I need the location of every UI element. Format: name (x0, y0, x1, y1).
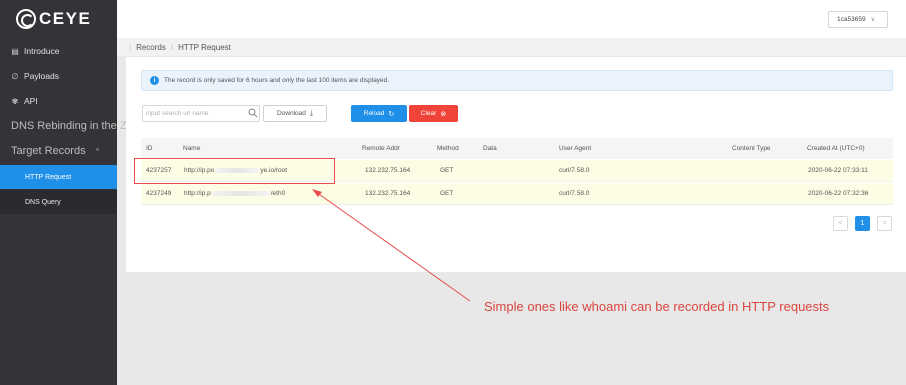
column-header-id[interactable]: ID (146, 138, 153, 159)
chevron-down-icon: ∨ (870, 17, 875, 23)
annotation-text: Simple ones like whoami can be recorded … (484, 299, 830, 314)
paperclip-icon: ∅ (11, 71, 19, 81)
ceye-logo[interactable]: CEYE (16, 7, 91, 31)
sidebar-item-dns-rebinding[interactable]: DNS Rebinding in the Zone (0, 114, 145, 138)
user-dropdown[interactable]: 1ca53659 ∨ (828, 11, 888, 28)
column-header-content-type[interactable]: Content Type (732, 138, 771, 159)
gear-icon: ✾ (11, 96, 19, 106)
breadcrumb: | Records / HTTP Request (117, 38, 906, 56)
breadcrumb-divider: | (129, 42, 132, 52)
close-circle-icon: ⊗ (440, 110, 447, 118)
column-header-data[interactable]: Data (483, 138, 497, 159)
info-icon: i (150, 76, 159, 85)
download-label: Download (276, 110, 306, 117)
sidebar-item-label: Payloads (24, 71, 59, 81)
breadcrumb-records[interactable]: Records (136, 43, 166, 52)
notice-text: The record is only saved for 6 hours and… (164, 77, 390, 84)
ceye-logo-icon (16, 9, 36, 29)
logo-text: CEYE (39, 9, 92, 28)
column-header-method[interactable]: Method (437, 138, 459, 159)
reload-label: Reload (363, 110, 385, 117)
cell-remote-addr: 132.232.75.164 (365, 190, 411, 197)
cell-name: http://ip.p/eth0 (184, 183, 285, 204)
document-icon: ▤ (11, 46, 19, 56)
sidebar-item-label: Introduce (24, 46, 60, 56)
sidebar-item-label: DNS Rebinding in the Zone (11, 120, 145, 132)
column-header-created-at[interactable]: Created At (UTC+0) (807, 138, 865, 159)
sidebar-item-label: DNS Query (25, 198, 61, 206)
reload-button[interactable]: Reload ↻ (351, 105, 407, 122)
sidebar-item-payloads[interactable]: ∅ Payloads (0, 64, 117, 88)
redacted-mask (211, 191, 270, 196)
column-header-remote-addr[interactable]: Remote Addr (362, 138, 400, 159)
download-button[interactable]: Download ⤓ (263, 105, 327, 122)
cell-method: GET (440, 190, 454, 197)
info-notice: i The record is only saved for 6 hours a… (141, 70, 893, 91)
pagination-prev[interactable]: < (833, 216, 848, 231)
search-icon[interactable] (248, 108, 258, 118)
breadcrumb-separator: / (170, 42, 174, 52)
cell-created-at: 2020-06-22 07:32:36 (808, 190, 869, 197)
sidebar-item-introduce[interactable]: ▤ Introduce (0, 39, 117, 63)
chevron-up-icon: ^ (95, 146, 100, 156)
pagination-page[interactable]: 1 (855, 216, 870, 231)
sidebar-item-label: HTTP Request (25, 173, 72, 181)
column-header-user-agent[interactable]: User Agent (559, 138, 591, 159)
cell-created-at: 2020-06-22 07:33:11 (808, 167, 868, 174)
search-input[interactable] (142, 105, 260, 122)
sidebar-item-http-request[interactable]: HTTP Request (0, 165, 117, 189)
annotation-highlight-box (134, 158, 335, 184)
sidebar-item-label: Target Records (11, 145, 86, 157)
sidebar-item-target-records[interactable]: Target Records ^ (0, 139, 117, 163)
cell-id: 4237249 (146, 190, 172, 197)
sidebar-item-label: API (24, 96, 38, 106)
clear-button[interactable]: Clear ⊗ (409, 105, 458, 122)
cell-user-agent: curl/7.58.0 (559, 190, 590, 197)
column-header-name[interactable]: Name (183, 138, 200, 159)
table-row[interactable]: 4237249 http://ip.p/eth0 132.232.75.164 … (141, 183, 893, 205)
cell-user-agent: curl/7.58.0 (559, 167, 590, 174)
table-header: ID Name Remote Addr Method Data User Age… (141, 138, 893, 159)
cell-method: GET (440, 167, 454, 174)
download-icon: ⤓ (309, 109, 314, 117)
name-suffix: /eth0 (270, 190, 286, 197)
refresh-icon: ↻ (388, 110, 395, 118)
clear-label: Clear (420, 110, 437, 117)
pagination-next[interactable]: > (877, 216, 892, 231)
sidebar: CEYE ▤ Introduce ∅ Payloads ✾ API DNS Re… (0, 0, 145, 385)
top-bar: 1ca53659 ∨ (117, 0, 906, 38)
sidebar-item-dns-query[interactable]: DNS Query (0, 190, 117, 214)
breadcrumb-current: HTTP Request (178, 42, 231, 52)
sidebar-item-api[interactable]: ✾ API (0, 89, 117, 113)
name-prefix: http://ip.p (184, 190, 211, 197)
user-id: 1ca53659 (837, 16, 866, 23)
cell-remote-addr: 132.232.75.164 (365, 167, 411, 174)
